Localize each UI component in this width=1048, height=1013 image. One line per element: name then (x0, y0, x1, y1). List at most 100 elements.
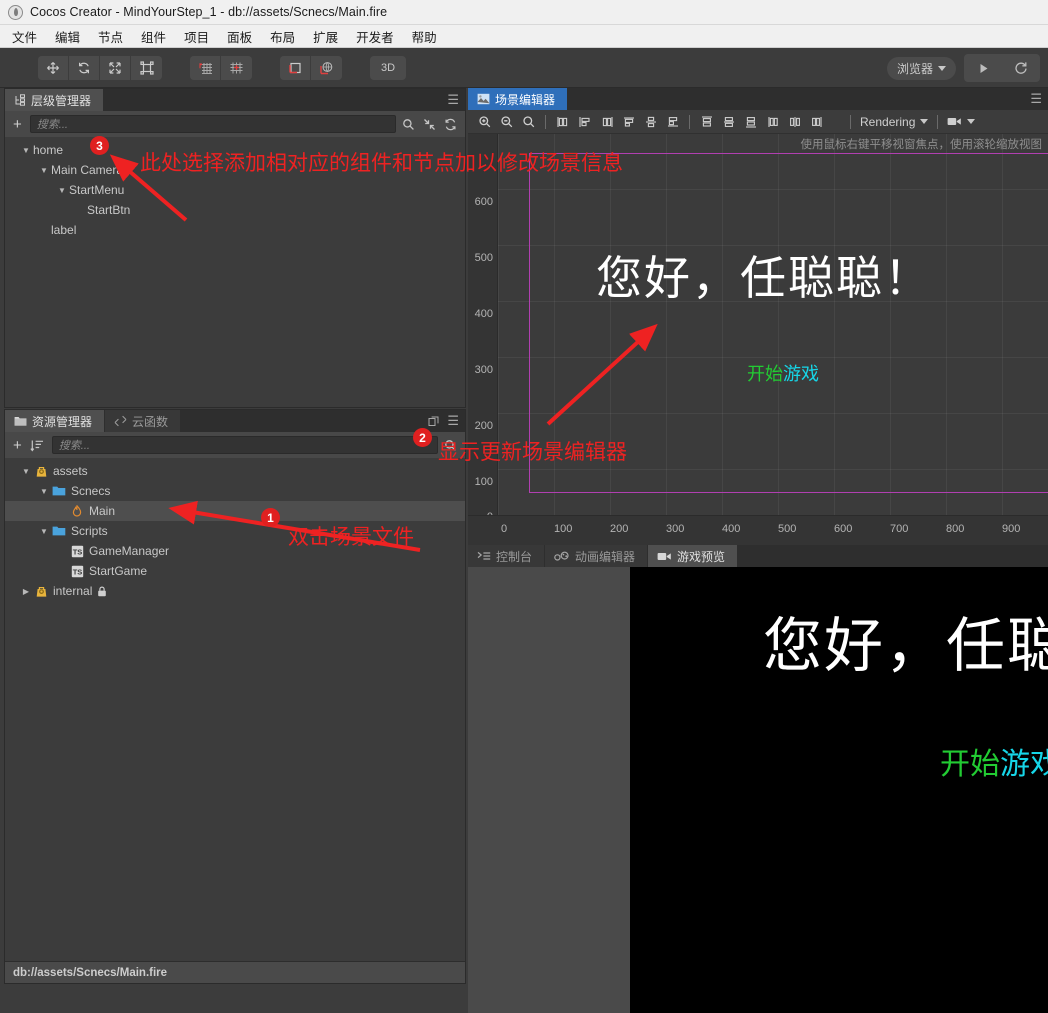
scene-horizontal-ruler: 0 100 200 300 400 500 600 700 800 900 (468, 515, 1048, 545)
preview-start-button-text[interactable]: 开始游戏 (940, 739, 1048, 783)
zoom-fit-icon[interactable] (518, 111, 539, 132)
search-icon[interactable] (402, 118, 415, 131)
sync-icon[interactable] (444, 118, 457, 131)
scale-tool[interactable] (100, 55, 131, 80)
collapse-icon[interactable] (423, 118, 436, 131)
menu-item-panel[interactable]: 面板 (225, 26, 254, 47)
tab-animation-editor[interactable]: 动画编辑器 (545, 545, 649, 567)
asset-node-startgame[interactable]: ▼ TS StartGame (5, 561, 465, 581)
tab-game-preview[interactable]: 游戏预览 (648, 545, 739, 567)
align-top-icon[interactable] (618, 111, 639, 132)
asset-node-scripts[interactable]: ▼ Scripts (5, 521, 465, 541)
scene-menu-icon[interactable]: ☰ (1030, 88, 1042, 110)
status-path: db://assets/Scnecs/Main.fire (13, 966, 168, 979)
add-asset-button[interactable]: + (11, 437, 24, 454)
tab-console[interactable]: 控制台 (468, 545, 546, 567)
menu-item-developer[interactable]: 开发者 (354, 26, 396, 47)
hierarchy-search-placeholder: 搜索... (36, 119, 68, 131)
hierarchy-node-startbtn[interactable]: ▼ StartBtn (5, 200, 465, 220)
refresh-icon[interactable] (1002, 54, 1040, 82)
distribute-v-middle-icon[interactable] (784, 111, 805, 132)
chevron-down-icon[interactable]: ▼ (37, 487, 51, 496)
db-bag-icon (33, 585, 49, 598)
align-left-icon[interactable] (552, 111, 573, 132)
add-node-button[interactable]: + (11, 116, 24, 133)
hierarchy-node-home[interactable]: ▼ home (5, 140, 465, 160)
game-canvas[interactable]: 您好，任聪 开始游戏 (630, 567, 1048, 1013)
scene-viewport[interactable]: 您好，任聪聪！ 开始游戏 600 500 400 300 200 100 0 0… (468, 134, 1048, 545)
local-coord-icon[interactable] (280, 55, 311, 80)
menu-item-edit[interactable]: 编辑 (53, 26, 82, 47)
hierarchy-menu-icon[interactable]: ☰ (447, 89, 459, 111)
asset-node-assets[interactable]: ▼ assets (5, 461, 465, 481)
chevron-down-icon[interactable]: ▼ (37, 527, 51, 536)
menu-item-layout[interactable]: 布局 (268, 26, 297, 47)
scene-canvas[interactable]: 您好，任聪聪！ 开始游戏 (498, 134, 1048, 515)
hierarchy-tree[interactable]: ▼ home ▼ Main Camera ▼ StartMenu ▼ Start… (5, 137, 465, 407)
menu-item-project[interactable]: 项目 (182, 26, 211, 47)
badge-3: 3 (90, 136, 109, 155)
hierarchy-search-input[interactable]: 搜索... (29, 115, 396, 133)
distribute-v-top-icon[interactable] (762, 111, 783, 132)
align-middle-v-icon[interactable] (640, 111, 661, 132)
asset-node-main[interactable]: ▼ Main (5, 501, 465, 521)
global-coord-icon[interactable] (311, 55, 342, 80)
menu-item-extension[interactable]: 扩展 (311, 26, 340, 47)
mode-3d-button[interactable]: 3D (370, 55, 406, 80)
camera-dropdown[interactable] (944, 116, 978, 127)
chevron-down-icon[interactable]: ▼ (55, 186, 69, 195)
scene-editor-icon (477, 93, 490, 105)
tab-cloud-function[interactable]: 云函数 (105, 410, 182, 432)
hierarchy-tabbar: 层级管理器 ☰ (5, 89, 465, 111)
rendering-label: Rendering (860, 114, 916, 129)
badge-1: 1 (261, 508, 280, 527)
hierarchy-node-main-camera[interactable]: ▼ Main Camera (5, 160, 465, 180)
distribute-v-bottom-icon[interactable] (806, 111, 827, 132)
chevron-down-icon[interactable]: ▼ (19, 467, 33, 476)
zoom-out-icon[interactable] (496, 111, 517, 132)
hierarchy-node-startmenu[interactable]: ▼ StartMenu (5, 180, 465, 200)
rect-transform-tool[interactable] (131, 55, 162, 80)
align-center-h-icon[interactable] (574, 111, 595, 132)
asset-node-gamemanager[interactable]: ▼ TS GameManager (5, 541, 465, 561)
chevron-down-icon[interactable]: ▼ (37, 166, 51, 175)
align-right-icon[interactable] (596, 111, 617, 132)
hierarchy-node-label[interactable]: ▼ label (5, 220, 465, 240)
move-tool[interactable] (38, 55, 69, 80)
folder-icon (51, 525, 67, 537)
asset-node-internal[interactable]: ▶ internal (5, 581, 465, 601)
game-preview-area[interactable]: 您好，任聪 开始游戏 (468, 567, 1048, 1013)
toolbar-divider (850, 114, 851, 129)
play-icon[interactable] (964, 54, 1002, 82)
chevron-right-icon[interactable]: ▶ (19, 587, 33, 596)
align-bottom-icon[interactable] (662, 111, 683, 132)
menu-item-node[interactable]: 节点 (96, 26, 125, 47)
tab-assets[interactable]: 资源管理器 (5, 410, 106, 432)
tab-hierarchy[interactable]: 层级管理器 (5, 89, 105, 111)
assets-menu-icon[interactable]: ☰ (447, 410, 459, 432)
assets-popout-icon[interactable] (428, 410, 439, 432)
distribute-h-center-icon[interactable] (718, 111, 739, 132)
asset-node-scnecs[interactable]: ▼ Scnecs (5, 481, 465, 501)
hierarchy-node-label: home (33, 143, 64, 157)
chevron-down-icon[interactable]: ▼ (19, 146, 33, 155)
rendering-dropdown[interactable]: Rendering (857, 115, 931, 129)
menu-item-component[interactable]: 组件 (139, 26, 168, 47)
assets-search-input[interactable]: 搜索... (51, 436, 438, 454)
distribute-h-left-icon[interactable] (696, 111, 717, 132)
menu-item-file[interactable]: 文件 (10, 26, 39, 47)
camera-icon (947, 118, 962, 125)
pivot-icon[interactable] (190, 55, 221, 80)
distribute-h-right-icon[interactable] (740, 111, 761, 132)
search-icon[interactable] (444, 439, 457, 452)
zoom-in-icon[interactable] (474, 111, 495, 132)
menu-item-help[interactable]: 帮助 (410, 26, 439, 47)
anchor-icon[interactable] (221, 55, 252, 80)
rotate-tool[interactable] (69, 55, 100, 80)
browser-select[interactable]: 浏览器 (886, 56, 956, 80)
assets-tree[interactable]: ▼ assets ▼ Scnecs ▼ Mai (5, 458, 465, 961)
typescript-icon: TS (69, 545, 85, 558)
tab-scene-editor[interactable]: 场景编辑器 (468, 88, 569, 110)
preview-start-text-part1: 开始 (940, 747, 1000, 782)
sort-icon[interactable] (30, 439, 46, 452)
